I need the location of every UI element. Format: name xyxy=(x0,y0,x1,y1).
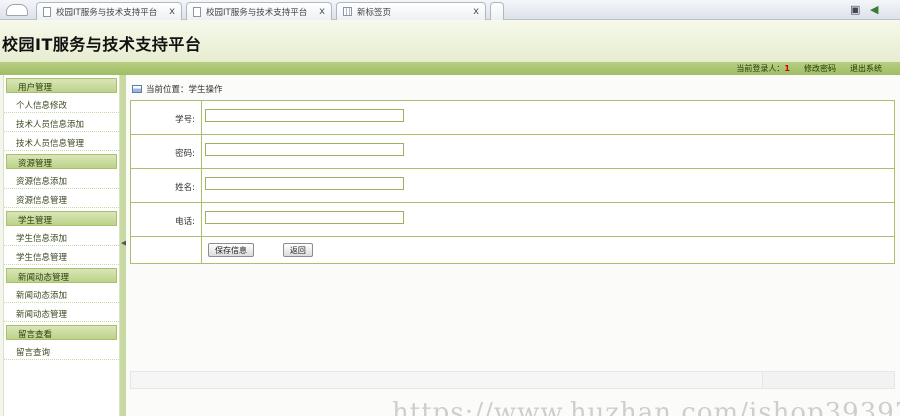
phone-input[interactable] xyxy=(205,211,404,224)
close-icon[interactable]: x xyxy=(473,6,479,17)
field-label: 电话: xyxy=(131,203,202,236)
page-menu-icon[interactable]: ▣ xyxy=(850,3,860,16)
current-user: 当前登录人：1 xyxy=(736,63,790,74)
back-arrow-icon[interactable]: ◀ xyxy=(870,3,878,16)
close-icon[interactable]: x xyxy=(319,6,325,17)
sidebar-item-tech-add[interactable]: 技术人员信息添加 xyxy=(4,113,119,132)
grid-icon xyxy=(343,7,352,16)
page-icon xyxy=(193,6,201,17)
page-icon xyxy=(43,6,51,17)
student-form: 学号: 密码: 姓名: 电话: 保存信息 返回 xyxy=(130,100,895,264)
form-row-name: 姓名: xyxy=(131,169,894,203)
sidebar-item-resource-add[interactable]: 资源信息添加 xyxy=(4,170,119,189)
main-area: 用户管理 个人信息修改 技术人员信息添加 技术人员信息管理 资源管理 资源信息添… xyxy=(0,75,900,416)
student-id-input[interactable] xyxy=(205,109,404,122)
user-bar: 当前登录人：1 修改密码 退出系统 xyxy=(0,62,900,75)
browser-tab-2[interactable]: 校园IT服务与技术支持平台 x xyxy=(186,2,332,20)
browser-tab-title: 校园IT服务与技术支持平台 xyxy=(206,7,308,18)
browser-tab-strip: 校园IT服务与技术支持平台 x 校园IT服务与技术支持平台 x 新标签页 x ▣… xyxy=(0,0,900,20)
sidebar-group-resource: 资源管理 资源信息添加 资源信息管理 xyxy=(4,154,119,208)
sidebar-group-user: 用户管理 个人信息修改 技术人员信息添加 技术人员信息管理 xyxy=(4,78,119,151)
change-password-link[interactable]: 修改密码 xyxy=(804,63,836,74)
field-label: 姓名: xyxy=(131,169,202,202)
form-row-password: 密码: xyxy=(131,135,894,169)
field-label: 密码: xyxy=(131,135,202,168)
sidebar-group-title[interactable]: 用户管理 xyxy=(6,78,117,93)
close-icon[interactable]: x xyxy=(169,6,175,17)
sidebar-group-title[interactable]: 资源管理 xyxy=(6,154,117,169)
footer-strip xyxy=(130,371,763,389)
form-row-phone: 电话: xyxy=(131,203,894,237)
browser-home-icon[interactable] xyxy=(6,4,28,16)
sidebar-item-news-manage[interactable]: 新闻动态管理 xyxy=(4,303,119,322)
browser-tab-title: 新标签页 xyxy=(357,7,392,18)
browser-tab-3[interactable]: 新标签页 x xyxy=(336,2,486,20)
sidebar-group-title[interactable]: 留言查看 xyxy=(6,325,117,340)
name-input[interactable] xyxy=(205,177,404,190)
sidebar-item-news-add[interactable]: 新闻动态添加 xyxy=(4,284,119,303)
password-input[interactable] xyxy=(205,143,404,156)
sidebar-item-resource-manage[interactable]: 资源信息管理 xyxy=(4,189,119,208)
sidebar-group-news: 新闻动态管理 新闻动态添加 新闻动态管理 xyxy=(4,268,119,322)
sidebar-item-message-query[interactable]: 留言查询 xyxy=(4,341,119,360)
browser-tab-title: 校园IT服务与技术支持平台 xyxy=(56,7,158,18)
save-button[interactable]: 保存信息 xyxy=(208,243,254,257)
sidebar: 用户管理 个人信息修改 技术人员信息添加 技术人员信息管理 资源管理 资源信息添… xyxy=(3,75,120,416)
content-panel: 当前位置：学生操作 学号: 密码: 姓名: 电话: 保存信息 返回 xyxy=(126,75,900,416)
sidebar-item-student-manage[interactable]: 学生信息管理 xyxy=(4,246,119,265)
logout-link[interactable]: 退出系统 xyxy=(850,63,882,74)
app-title: 校园IT服务与技术支持平台 xyxy=(2,35,202,54)
current-user-name: 1 xyxy=(784,64,790,73)
empty-label-cell xyxy=(131,237,202,263)
sidebar-item-profile-edit[interactable]: 个人信息修改 xyxy=(4,94,119,113)
sidebar-group-student: 学生管理 学生信息添加 学生信息管理 xyxy=(4,211,119,265)
field-label: 学号: xyxy=(131,101,202,134)
sidebar-group-title[interactable]: 学生管理 xyxy=(6,211,117,226)
sidebar-group-title[interactable]: 新闻动态管理 xyxy=(6,268,117,283)
sidebar-group-message: 留言查看 留言查询 xyxy=(4,325,119,360)
current-user-label: 当前登录人： xyxy=(736,64,785,73)
footer-strip-right xyxy=(762,371,895,389)
browser-tab-1[interactable]: 校园IT服务与技术支持平台 x xyxy=(36,2,182,20)
window-icon xyxy=(132,85,142,93)
sidebar-item-student-add[interactable]: 学生信息添加 xyxy=(4,227,119,246)
breadcrumb-text: 当前位置：学生操作 xyxy=(146,85,223,95)
breadcrumb: 当前位置：学生操作 xyxy=(132,82,223,96)
back-button[interactable]: 返回 xyxy=(282,243,313,257)
form-row-student-id: 学号: xyxy=(131,101,894,135)
new-tab-button[interactable] xyxy=(490,2,504,20)
sidebar-item-tech-manage[interactable]: 技术人员信息管理 xyxy=(4,132,119,151)
form-row-actions: 保存信息 返回 xyxy=(131,237,894,263)
app-header: 校园IT服务与技术支持平台 xyxy=(0,20,900,62)
